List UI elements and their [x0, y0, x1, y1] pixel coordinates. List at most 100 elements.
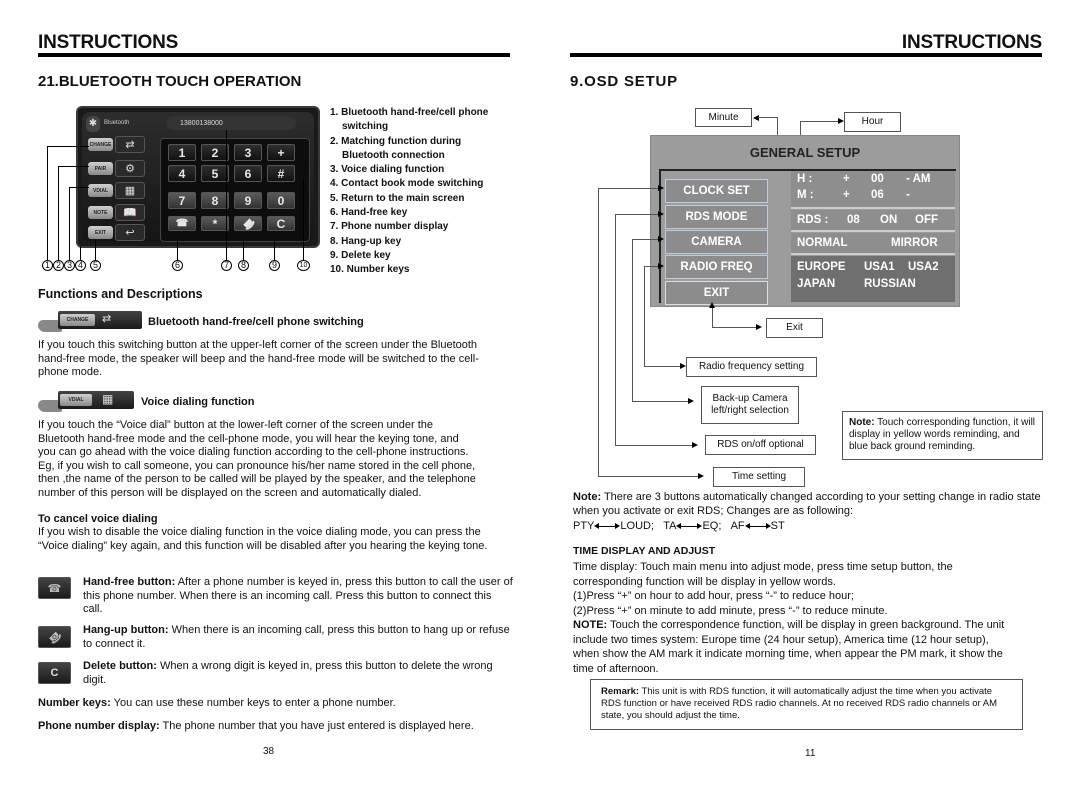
minute-minus-button[interactable]: -	[906, 189, 910, 201]
note-button[interactable]: NOTE	[88, 206, 113, 219]
legend-item: 3. Voice dialing function	[330, 164, 445, 176]
legend-item: 2. Matching function during Bluetooth co…	[330, 135, 462, 161]
pair-button[interactable]: PAIR	[88, 162, 113, 175]
osd-radio-freq-button[interactable]: RADIO FREQ	[665, 255, 768, 279]
osd-rds-mode-button[interactable]: RDS MODE	[665, 205, 768, 229]
exit-button[interactable]: EXIT	[88, 226, 113, 239]
callout-line-10	[303, 178, 304, 260]
osd-camera-row: NORMAL MIRROR	[791, 233, 955, 255]
phone-switch-icon: ⇄	[115, 136, 145, 153]
osd-camera-button[interactable]: CAMERA	[665, 230, 768, 254]
callout-1: 1	[42, 260, 53, 271]
camera-label-arrow	[688, 398, 694, 404]
legend-item: 7. Phone number display	[330, 221, 449, 233]
delete-description: Delete button: When a wrong digit is key…	[83, 660, 513, 687]
legend-item: 10. Number keys	[330, 264, 410, 276]
key-9[interactable]: 9	[234, 192, 262, 209]
minute-line-h	[758, 117, 778, 118]
key-7[interactable]: 7	[168, 192, 196, 209]
key-1[interactable]: 1	[168, 144, 196, 161]
callout-9: 9	[269, 260, 280, 271]
radio-usa2-option[interactable]: USA2	[908, 261, 939, 273]
key-2[interactable]: 2	[201, 144, 229, 161]
legend-item: 6. Hand-free key	[330, 207, 408, 219]
time-note: NOTE: Touch the correspondence function,…	[573, 618, 1013, 676]
hand-free-key[interactable]: ☎	[168, 216, 196, 231]
callout-10: 10	[297, 260, 310, 271]
change-mini-label: CHANGE	[60, 314, 95, 326]
handset-icon: ☎	[38, 577, 71, 599]
left-page-header: INSTRUCTIONS	[38, 32, 179, 53]
exit-label-box: Exit	[766, 318, 823, 338]
legend-item: 1. Bluetooth hand-free/cell phone switch…	[330, 107, 489, 133]
rds-off-option[interactable]: OFF	[915, 214, 938, 226]
camera-normal-option[interactable]: NORMAL	[797, 237, 847, 249]
minute-label: M :	[797, 189, 814, 201]
time-text-line: (2)Press “+” on minute to add minute, pr…	[573, 604, 888, 617]
key-plus[interactable]: +	[267, 144, 295, 161]
key-6[interactable]: 6	[234, 165, 262, 182]
cancel-voice-title: To cancel voice dialing	[38, 513, 158, 525]
hang-up-key[interactable]: ☎	[234, 215, 262, 232]
time-note-text: Touch the correspondence function, will …	[573, 619, 1005, 675]
change-button[interactable]: CHANGE	[88, 138, 113, 151]
hour-plus-button[interactable]: +	[843, 173, 850, 185]
callout-2: 2	[53, 260, 64, 271]
radio-europe-option[interactable]: EUROPE	[797, 261, 846, 273]
contact-book-icon: 📖	[115, 204, 145, 221]
vdial-button[interactable]: VDIAL	[88, 184, 113, 197]
osd-clock-set-button[interactable]: CLOCK SET	[665, 179, 768, 203]
time-line-h2	[598, 476, 698, 477]
callout-line-6	[177, 240, 178, 260]
swap-af: AF	[730, 520, 745, 532]
time-line-h	[598, 188, 658, 189]
vdial-button-illustration: VDIAL ▦	[38, 391, 134, 413]
key-0[interactable]: 0	[267, 192, 295, 209]
phone-switch-icon: ⇄	[102, 313, 112, 325]
time-display-text: Time display: Touch main menu into adjus…	[573, 560, 1013, 676]
osd-exit-button[interactable]: EXIT	[665, 281, 768, 305]
camera-mirror-option[interactable]: MIRROR	[891, 237, 938, 249]
phone-display-description: Phone number display: The phone number t…	[38, 720, 528, 734]
handset-icon: ☎	[175, 218, 189, 229]
left-section-title: 21.BLUETOOTH TOUCH OPERATION	[38, 73, 302, 90]
rds-note-text: There are 3 buttons automatically change…	[573, 491, 1041, 517]
exit-arrow	[756, 324, 762, 330]
left-header-rule	[38, 53, 510, 57]
key-hash[interactable]: #	[267, 165, 295, 182]
phone-number-display[interactable]: 13800138000	[166, 116, 296, 130]
double-arrow-icon	[594, 522, 621, 530]
hang-up-label: Hang-up button:	[83, 624, 169, 636]
hour-minus-button[interactable]: - AM	[906, 173, 930, 185]
radio-usa1-option[interactable]: USA1	[864, 261, 895, 273]
rds-note: Note: There are 3 buttons automatically …	[573, 491, 1043, 518]
delete-key[interactable]: C	[267, 216, 295, 231]
key-4[interactable]: 4	[168, 165, 196, 182]
hand-free-label: Hand-free button:	[83, 576, 176, 588]
hour-value: 00	[871, 173, 884, 185]
voice-title: Voice dialing function	[141, 396, 255, 408]
radio-freq-arrow	[658, 263, 664, 269]
key-star[interactable]: *	[201, 216, 229, 231]
key-5[interactable]: 5	[201, 165, 229, 182]
callout-3: 3	[64, 260, 75, 271]
phone-display-label: Phone number display:	[38, 720, 160, 732]
return-arrow-icon: ↩	[115, 224, 145, 241]
key-3[interactable]: 3	[234, 144, 262, 161]
vdial-mini-label: VDIAL	[60, 394, 92, 406]
callout-4: 4	[75, 260, 86, 271]
minute-plus-button[interactable]: +	[843, 189, 850, 201]
callout-line-8	[243, 240, 244, 260]
rds-line-v	[615, 214, 616, 445]
cancel-voice-description: If you wish to disable the voice dialing…	[38, 526, 488, 552]
radio-line-v	[644, 266, 645, 366]
key-8[interactable]: 8	[201, 192, 229, 209]
bluetooth-logo-icon: ✱	[86, 116, 100, 132]
rds-on-option[interactable]: ON	[880, 214, 897, 226]
callout-line-3	[69, 187, 70, 260]
camera-arrow	[658, 236, 664, 242]
radio-japan-option[interactable]: JAPAN	[797, 278, 835, 290]
rds-label-arrow	[692, 442, 698, 448]
radio-russian-option[interactable]: RUSSIAN	[864, 278, 916, 290]
hour-line-h	[800, 121, 838, 122]
